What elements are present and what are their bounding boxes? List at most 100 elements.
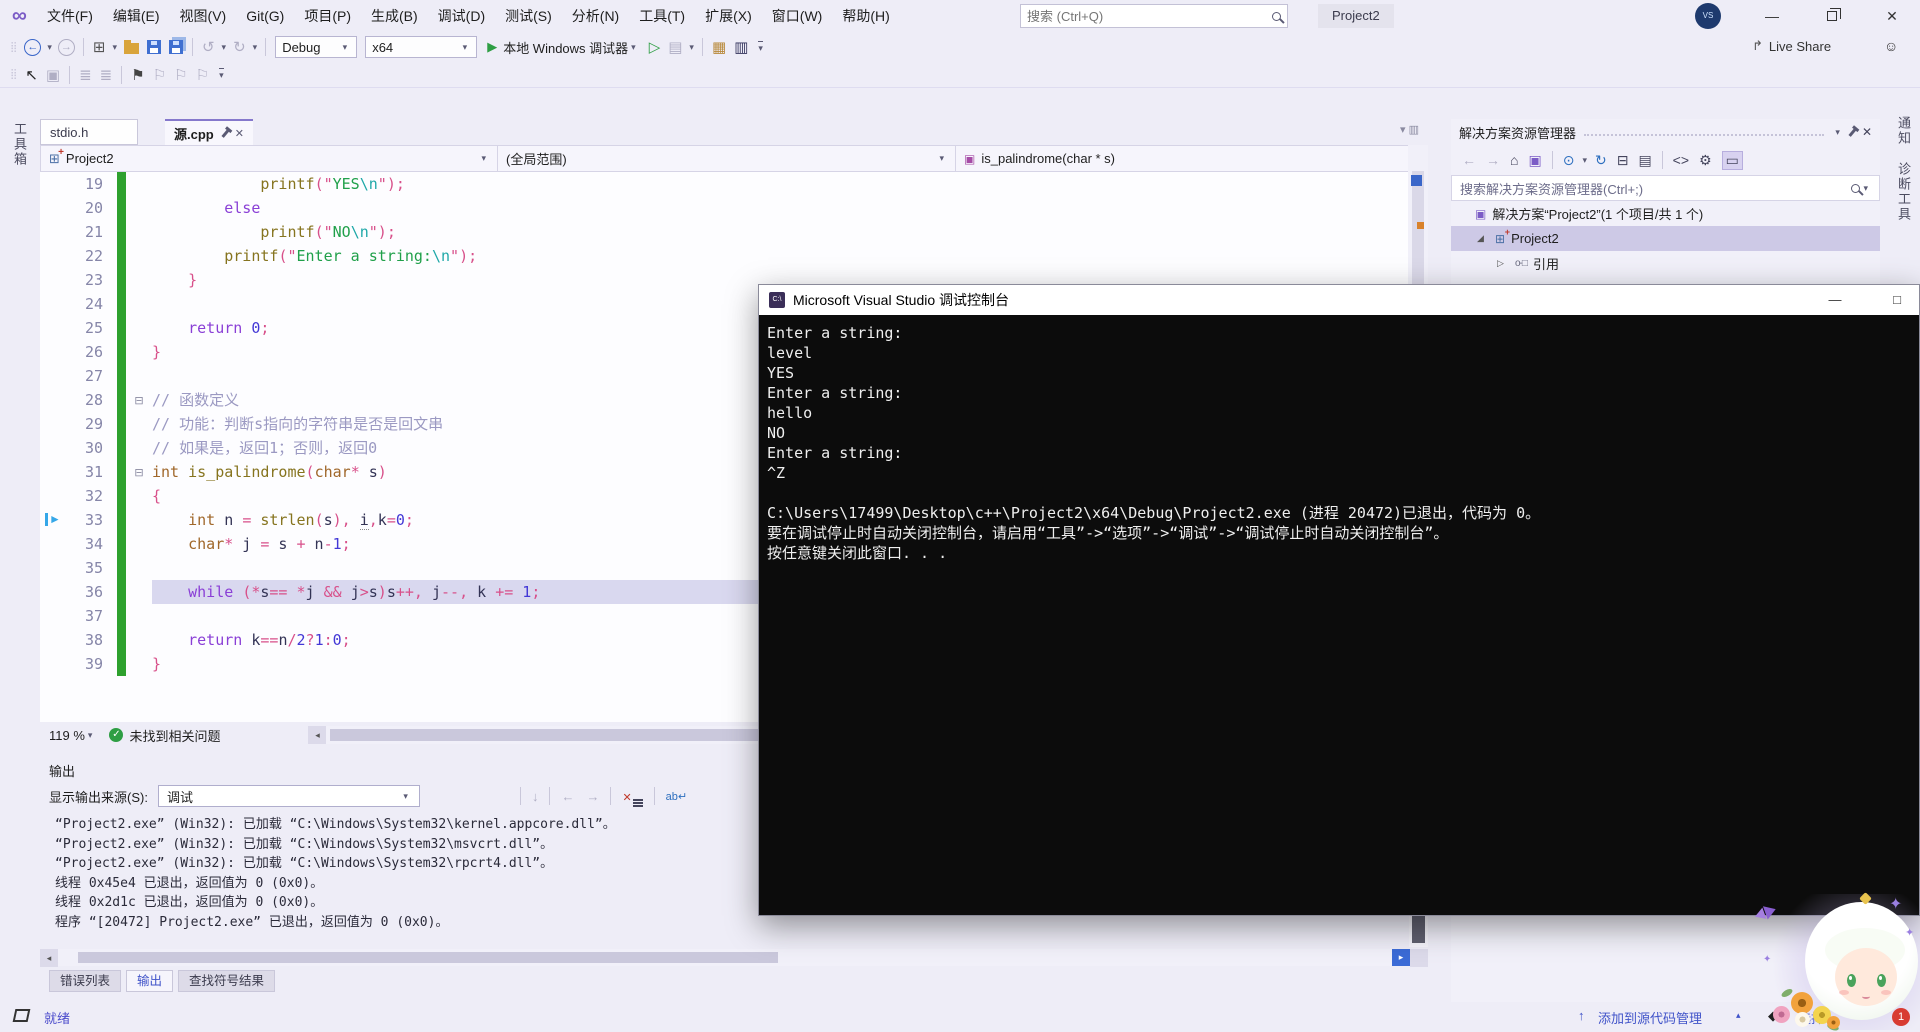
tab-source-cpp[interactable]: 源.cpp ✕ (165, 119, 253, 145)
properties-icon[interactable]: ⚙ (1699, 152, 1712, 169)
code-line[interactable]: 22 printf("Enter a string:\n"); (40, 244, 1408, 268)
fold-marker-icon[interactable]: ⊟ (126, 466, 152, 479)
project-dropdown[interactable]: ⊞ Project2 ▾ (41, 146, 498, 171)
console-title-bar[interactable]: C:\ Microsoft Visual Studio 调试控制台 — □ (759, 285, 1919, 315)
save-icon[interactable] (146, 40, 161, 54)
previous-bookmark-icon[interactable]: ⚐ (153, 66, 166, 84)
back-dropdown-icon[interactable]: ▾ (47, 42, 52, 53)
interactive-window-icon[interactable]: ▣ (46, 66, 60, 84)
member-dropdown[interactable]: ▣ is_palindrome(char * s) ▾ (956, 146, 1427, 171)
preview-selected-items-icon[interactable]: ▭ (1721, 150, 1743, 170)
close-icon[interactable]: ✕ (1862, 125, 1872, 139)
tab-stdio-h[interactable]: stdio.h (40, 119, 138, 145)
profiler-dropdown-icon[interactable]: ▾ (689, 42, 694, 53)
code-line[interactable]: 20 else (40, 196, 1408, 220)
zoom-dropdown-icon[interactable]: ▾ (88, 730, 93, 741)
view-code-icon[interactable]: <> (1673, 152, 1689, 168)
menu-item[interactable]: 帮助(H) (832, 0, 899, 32)
menu-item[interactable]: 工具(T) (629, 0, 695, 32)
new-project-icon[interactable]: ⊞ (93, 38, 106, 56)
source-control-dropdown-icon[interactable]: ▴ (1736, 1010, 1741, 1021)
immediate-window-icon[interactable]: ▥ (734, 38, 748, 56)
hscroll-left-icon[interactable]: ◂ (40, 949, 58, 967)
profiler-icon[interactable]: ▤ (668, 38, 682, 56)
notification-badge[interactable]: 1 (1892, 1008, 1910, 1026)
expander-icon[interactable]: ▷ (1497, 258, 1515, 269)
menu-item[interactable]: 编辑(E) (103, 0, 170, 32)
menu-item[interactable]: 测试(S) (495, 0, 562, 32)
console-output[interactable]: Enter a string: level YES Enter a string: he… (759, 315, 1919, 563)
quick-search-box[interactable] (1020, 4, 1288, 28)
navigate-back-icon[interactable]: ← (24, 38, 42, 56)
debugger-dropdown-icon[interactable]: ▾ (631, 42, 636, 53)
output-horizontal-scrollbar[interactable]: ◂ ▸ (40, 949, 1428, 967)
navigate-forward-icon[interactable]: → (57, 38, 75, 56)
solution-explorer-title-bar[interactable]: 解决方案资源管理器 ▾ ✕ (1451, 119, 1880, 145)
increase-indent-icon[interactable]: ≣ (100, 66, 113, 84)
save-all-icon[interactable] (168, 40, 183, 54)
pin-icon[interactable] (1848, 127, 1857, 137)
toolbar-options-icon[interactable]: ▾ (219, 68, 224, 81)
menu-item[interactable]: 窗口(W) (762, 0, 833, 32)
solution-platform-select[interactable]: x64 ▾ (365, 36, 478, 58)
show-all-files-icon[interactable]: ▤ (1638, 152, 1651, 169)
console-minimize-button[interactable]: — (1819, 285, 1851, 315)
tree-row[interactable]: ▷ o-□ 引用 (1451, 251, 1880, 276)
next-bookmark-icon[interactable]: ⚐ (174, 66, 187, 84)
fold-marker-icon[interactable]: ⊟ (126, 394, 152, 407)
feedback-icon[interactable]: ☺ (1884, 38, 1898, 54)
sidebar-tab-diagnostic-tools[interactable]: 诊断工具 (1894, 162, 1913, 222)
menu-item[interactable]: 调试(D) (428, 0, 495, 32)
start-without-debugging-icon[interactable]: ▷ (649, 38, 661, 56)
home-icon[interactable]: ⌂ (1510, 152, 1518, 168)
tree-row[interactable]: ◢⊞Project2 (1451, 226, 1880, 251)
panel-tab[interactable]: 输出 (126, 970, 174, 992)
menu-item[interactable]: 扩展(X) (695, 0, 762, 32)
new-dropdown-icon[interactable]: ▾ (112, 42, 117, 53)
toggle-bookmark-icon[interactable]: ⚑ (131, 66, 144, 84)
search-input[interactable] (1027, 8, 1272, 24)
menu-item[interactable]: 文件(F) (37, 0, 103, 32)
search-options-icon[interactable]: ▾ (1863, 183, 1868, 194)
scrollbar-thumb[interactable] (78, 952, 778, 963)
user-avatar[interactable]: VS (1695, 3, 1721, 29)
solution-configuration-select[interactable]: Debug ▾ (275, 36, 358, 58)
pin-icon[interactable] (221, 128, 230, 138)
toolbar-options-icon[interactable]: ▾ (758, 40, 763, 54)
select-tool-icon[interactable]: ↖ (25, 66, 38, 84)
sidebar-tab-notifications[interactable]: 通知 (1894, 116, 1913, 146)
window-position-dropdown-icon[interactable]: ▾ (1835, 127, 1840, 138)
sidebar-tab-toolbox[interactable]: 工具箱 (10, 122, 29, 167)
clear-bookmarks-icon[interactable]: ⚐ (196, 66, 209, 84)
filter-dropdown-icon[interactable]: ▾ (1582, 155, 1587, 166)
forward-icon[interactable]: → (1486, 152, 1500, 168)
tab-list-buttons[interactable]: ▾ ▥ (1400, 123, 1419, 136)
menu-item[interactable]: 分析(N) (562, 0, 629, 32)
goto-message-icon[interactable]: ↓ (532, 789, 539, 804)
panel-tab[interactable]: 查找符号结果 (178, 970, 276, 992)
next-message-icon[interactable]: → (586, 789, 599, 804)
menu-item[interactable]: 生成(B) (361, 0, 428, 32)
menu-item[interactable]: 项目(P) (294, 0, 361, 32)
close-button[interactable]: ✕ (1872, 0, 1912, 32)
restore-button[interactable] (1812, 0, 1852, 32)
solution-explorer-search[interactable]: 搜索解决方案资源管理器(Ctrl+;) ▾ (1451, 175, 1880, 201)
scope-dropdown[interactable]: (全局范围) ▾ (498, 146, 956, 171)
select-repository-button[interactable]: 选择 (1798, 1008, 1824, 1027)
word-wrap-icon[interactable]: ab↵ (666, 790, 687, 803)
undo-icon[interactable]: ↺ (202, 38, 215, 56)
minimize-button[interactable]: — (1752, 0, 1792, 32)
menu-item[interactable]: Git(G) (236, 0, 294, 32)
code-line[interactable]: 19 printf("YES\n"); (40, 172, 1408, 196)
back-icon[interactable]: ← (1462, 152, 1476, 168)
console-maximize-button[interactable]: □ (1881, 285, 1913, 315)
undo-dropdown-icon[interactable]: ▾ (222, 42, 227, 53)
code-line[interactable]: 21 printf("NO\n"); (40, 220, 1408, 244)
close-tab-icon[interactable]: ✕ (235, 127, 244, 140)
redo-dropdown-icon[interactable]: ▾ (253, 42, 258, 53)
hscroll-right-icon[interactable]: ▸ (1392, 949, 1410, 966)
decrease-indent-icon[interactable]: ≣ (79, 66, 92, 84)
collapse-all-icon[interactable]: ⊟ (1617, 152, 1629, 169)
redo-icon[interactable]: ↻ (233, 38, 246, 56)
output-source-select[interactable]: 调试 ▾ (157, 785, 420, 807)
